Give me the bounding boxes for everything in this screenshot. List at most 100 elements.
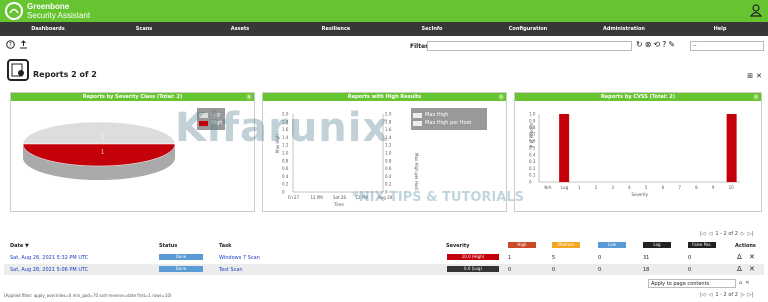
bar-log bbox=[559, 114, 570, 182]
row-task[interactable]: Windows 7 Scan bbox=[219, 255, 260, 261]
reset-filter-icon[interactable]: ⟲ bbox=[653, 40, 660, 49]
nav-administration[interactable]: Administration bbox=[576, 22, 672, 36]
task-link[interactable]: Test Scan bbox=[219, 267, 243, 273]
nav-dashboards[interactable]: Dashboards bbox=[0, 22, 96, 36]
cvss-panel: Reports by CVSS (Total: 2) × 0 0.1 0.2 0.3 0.… bbox=[514, 92, 762, 212]
last-page-icon[interactable]: ▷| bbox=[748, 231, 754, 237]
upload-icon[interactable] bbox=[19, 40, 28, 51]
row-low: 0 bbox=[598, 267, 602, 273]
x-tick-label: 4 bbox=[628, 185, 631, 190]
greenbone-logo[interactable] bbox=[5, 2, 23, 20]
nav-scans[interactable]: Scans bbox=[96, 22, 192, 36]
y2-tick-label: 0.8 bbox=[385, 158, 392, 163]
page-contents-select[interactable]: Apply to page contents bbox=[648, 279, 736, 288]
col-task[interactable]: Task bbox=[219, 243, 231, 249]
nav-help[interactable]: Help bbox=[672, 22, 768, 36]
filter-help-icon[interactable]: ? bbox=[662, 40, 666, 49]
panel-title: Reports by Severity Class (Total: 2) × bbox=[11, 93, 254, 101]
close-panel-icon[interactable]: × bbox=[753, 94, 759, 100]
x-tick-label: 10 bbox=[729, 185, 735, 190]
row-low: 0 bbox=[598, 255, 602, 261]
x-tick-label: 3 bbox=[611, 185, 614, 190]
nav-secinfo[interactable]: SecInfo bbox=[384, 22, 480, 36]
col-severity[interactable]: Severity bbox=[446, 243, 469, 249]
report-link[interactable]: Sat, Aug 28, 2021 5:06 PM UTC bbox=[10, 267, 88, 273]
legend-item-max-high[interactable]: Max High bbox=[413, 112, 485, 118]
close-panel-icon[interactable]: × bbox=[498, 94, 504, 100]
y-tick-label: 0.1 bbox=[529, 173, 536, 178]
page-toolbar: ? bbox=[6, 40, 28, 51]
legend-label: Max High bbox=[425, 112, 449, 118]
pager-text: 1 - 2 of 2 bbox=[715, 292, 738, 298]
report-link[interactable]: Sat, Aug 28, 2021 5:32 PM UTC bbox=[10, 255, 88, 261]
x-axis-label: Time bbox=[333, 202, 344, 207]
row-log: 31 bbox=[643, 255, 650, 261]
next-page-icon[interactable]: ▷ bbox=[741, 231, 745, 237]
filter-icons: ↻ ⊗ ⟲ ? ✎ bbox=[636, 40, 675, 49]
pie-slice-log bbox=[22, 121, 176, 145]
close-panel-icon[interactable]: × bbox=[246, 94, 252, 100]
col-status[interactable]: Status bbox=[159, 243, 177, 249]
bar-chart: 00.10.20.30.40.50.60.70.80.91.0N/A Log 1 2 3… bbox=[529, 112, 740, 197]
nav-resilience[interactable]: Resilience bbox=[288, 22, 384, 36]
filter-input[interactable] bbox=[427, 41, 632, 51]
y-tick-label: 0.9 bbox=[529, 118, 536, 123]
first-page-icon[interactable]: |◁ bbox=[700, 231, 706, 237]
next-page-icon[interactable]: ▷ bbox=[741, 292, 745, 298]
row-fp: 0 bbox=[688, 255, 692, 261]
prev-page-icon[interactable]: ◁ bbox=[709, 292, 713, 298]
nav-assets[interactable]: Assets bbox=[192, 22, 288, 36]
x-tick-label: Fri 27 bbox=[288, 195, 300, 200]
y2-axis-label: Max High per Host bbox=[414, 153, 419, 190]
col-log[interactable]: Log bbox=[643, 242, 671, 248]
row-task[interactable]: Test Scan bbox=[219, 267, 243, 273]
col-high[interactable]: High bbox=[508, 242, 536, 248]
bulk-actions: ⌂ ✕ bbox=[739, 280, 749, 286]
bulk-delete-icon[interactable]: ✕ bbox=[745, 280, 749, 286]
row-high: 0 bbox=[508, 267, 512, 273]
nav-configuration[interactable]: Configuration bbox=[480, 22, 576, 36]
reset-dashboard-icon[interactable]: ✕ bbox=[756, 72, 762, 80]
col-date[interactable]: Date ▼ bbox=[10, 243, 29, 249]
y-tick-label: 0.4 bbox=[282, 174, 289, 179]
tag-icon[interactable]: ⌂ bbox=[739, 280, 742, 286]
brand-subtitle: Security Assistant bbox=[27, 11, 91, 20]
status-badge: Done bbox=[159, 266, 203, 272]
y-tick-label: 0 bbox=[282, 190, 285, 195]
y-tick-label: 0.3 bbox=[529, 159, 536, 164]
help-icon[interactable]: ? bbox=[6, 40, 15, 51]
pager-text: 1 - 2 of 2 bbox=[715, 231, 738, 237]
col-false-pos[interactable]: False Pos. bbox=[688, 242, 716, 248]
prev-page-icon[interactable]: ◁ bbox=[709, 231, 713, 237]
clear-filter-icon[interactable]: ⊗ bbox=[645, 40, 652, 49]
delta-icon[interactable]: Δ bbox=[737, 253, 742, 261]
refresh-icon[interactable]: ↻ bbox=[636, 40, 643, 49]
add-dashboard-icon[interactable]: ⊞ bbox=[747, 72, 753, 80]
delete-icon[interactable]: ✕ bbox=[749, 253, 755, 261]
col-medium[interactable]: Medium bbox=[552, 242, 580, 248]
legend-item-max-high-per-host[interactable]: Max High per Host bbox=[413, 120, 485, 126]
legend-label: Max High per Host bbox=[425, 120, 472, 126]
y2-tick-label: 1.0 bbox=[385, 151, 392, 156]
delta-icon[interactable]: Δ bbox=[737, 265, 742, 273]
row-date[interactable]: Sat, Aug 28, 2021 5:32 PM UTC bbox=[10, 255, 88, 261]
user-menu-icon[interactable] bbox=[749, 4, 763, 19]
x-tick-label: 12 PM bbox=[311, 195, 324, 200]
y-tick-label: 1.0 bbox=[282, 151, 289, 156]
y2-tick-label: 0.6 bbox=[385, 166, 392, 171]
delete-icon[interactable]: ✕ bbox=[749, 265, 755, 273]
y-axis-label: # of Reports bbox=[529, 123, 534, 148]
task-link[interactable]: Windows 7 Scan bbox=[219, 255, 260, 261]
col-low[interactable]: Low bbox=[598, 242, 626, 248]
page-title: Reports 2 of 2 bbox=[33, 70, 97, 79]
y-tick-label: 0.8 bbox=[282, 158, 289, 163]
pie-slice-label: 1 bbox=[101, 150, 104, 156]
row-date[interactable]: Sat, Aug 28, 2021 5:06 PM UTC bbox=[10, 267, 88, 273]
last-page-icon[interactable]: ▷| bbox=[748, 292, 754, 298]
filter-select[interactable]: -- bbox=[690, 41, 764, 51]
y-tick-label: 0.2 bbox=[529, 166, 536, 171]
first-page-icon[interactable]: |◁ bbox=[700, 292, 706, 298]
table-row: Sat, Aug 28, 2021 5:06 PM UTC Done Test … bbox=[4, 264, 764, 275]
edit-filter-icon[interactable]: ✎ bbox=[668, 40, 675, 49]
applied-filter-text: (Applied filter: apply_overrides=0 min_q… bbox=[4, 293, 172, 298]
